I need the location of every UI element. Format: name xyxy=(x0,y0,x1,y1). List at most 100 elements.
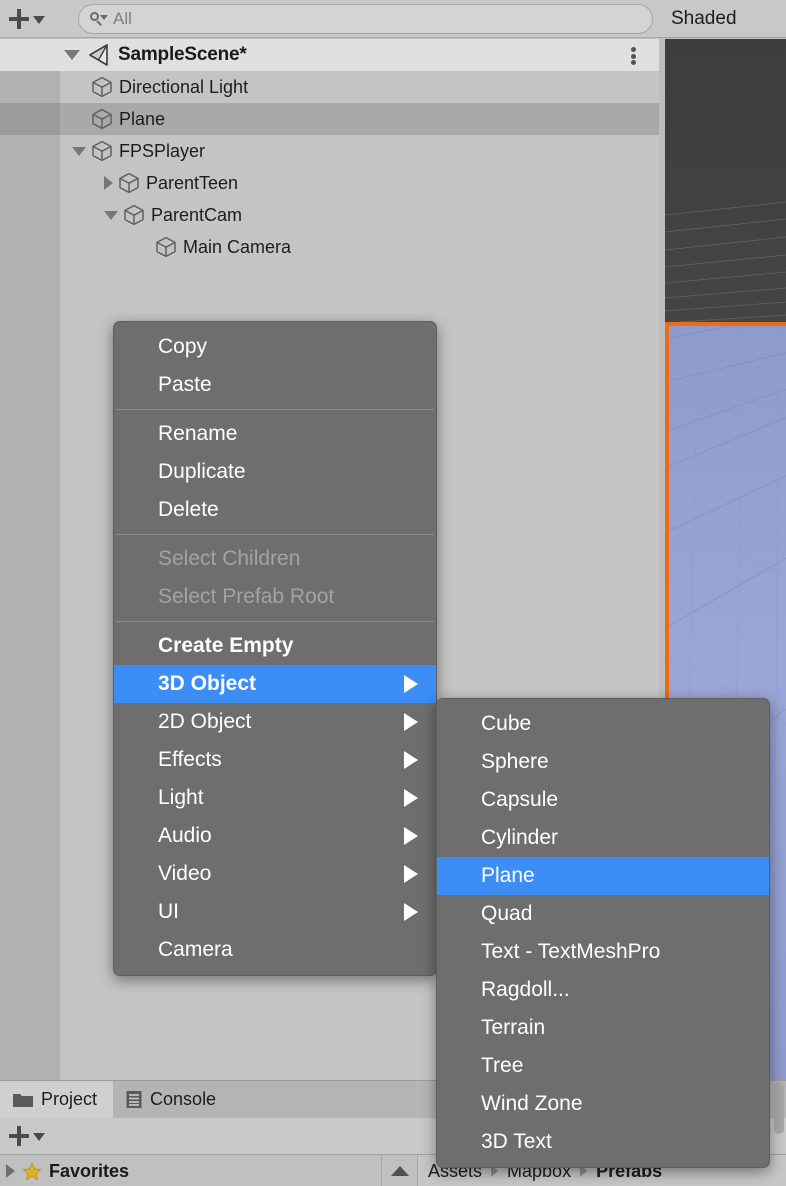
project-add-button[interactable] xyxy=(8,1125,45,1147)
submenu-item-ragdoll[interactable]: Ragdoll... xyxy=(437,971,769,1009)
menu-item-label: Paste xyxy=(158,373,212,396)
shading-mode-label[interactable]: Shaded xyxy=(671,8,737,30)
menu-item-label: Delete xyxy=(158,498,219,521)
hierarchy-scene-row[interactable]: SampleScene* xyxy=(0,39,659,71)
hierarchy-search-input[interactable]: All xyxy=(78,4,653,34)
chevron-down-icon xyxy=(33,15,45,24)
gameobject-cube-icon xyxy=(124,204,144,226)
hierarchy-toolbar: All xyxy=(0,0,659,38)
menu-item-label: Camera xyxy=(158,938,233,961)
hierarchy-row-content: Plane xyxy=(72,107,165,131)
menu-separator xyxy=(116,409,434,410)
hierarchy-tree: Directional Light Plane FPSPlayer ParentTee… xyxy=(0,71,659,263)
submenu-item-label: Tree xyxy=(481,1054,524,1077)
submenu-item-label: Quad xyxy=(481,902,533,925)
submenu-arrow-icon xyxy=(404,713,418,731)
hierarchy-item-label: ParentCam xyxy=(151,204,243,225)
submenu-item-label: Text - TextMeshPro xyxy=(481,940,661,963)
hierarchy-add-button[interactable] xyxy=(8,8,45,30)
scene-sky xyxy=(665,39,786,324)
menu-item-camera[interactable]: Camera xyxy=(114,931,436,969)
tab-label: Project xyxy=(41,1089,98,1109)
submenu-item-label: Sphere xyxy=(481,750,549,773)
submenu-item-cube[interactable]: Cube xyxy=(437,705,769,743)
submenu-item-plane[interactable]: Plane xyxy=(437,857,769,895)
hierarchy-row-gutter xyxy=(0,231,60,263)
horizon-grid-icon xyxy=(665,201,786,324)
menu-item-ui[interactable]: UI xyxy=(114,893,436,931)
submenu-item-text-textmeshpro[interactable]: Text - TextMeshPro xyxy=(437,933,769,971)
hierarchy-item-label: Directional Light xyxy=(119,76,249,97)
menu-item-duplicate[interactable]: Duplicate xyxy=(114,453,436,491)
hierarchy-row-gutter xyxy=(0,167,60,199)
gameobject-cube-icon xyxy=(156,236,176,258)
submenu-item-cylinder[interactable]: Cylinder xyxy=(437,819,769,857)
menu-item-label: Audio xyxy=(158,824,212,847)
favorites-foldout-icon[interactable] xyxy=(6,1164,15,1178)
hierarchy-item-directional-light[interactable]: Directional Light xyxy=(0,71,659,103)
project-scroll-up-button[interactable] xyxy=(382,1155,418,1186)
submenu-item-3d-text[interactable]: 3D Text xyxy=(437,1123,769,1161)
submenu-item-label: Terrain xyxy=(481,1016,546,1039)
menu-separator xyxy=(116,621,434,622)
scene-foldout-icon[interactable] xyxy=(64,50,80,60)
menu-item-label: Select Prefab Root xyxy=(158,585,335,608)
submenu-item-wind-zone[interactable]: Wind Zone xyxy=(437,1085,769,1123)
submenu-item-capsule[interactable]: Capsule xyxy=(437,781,769,819)
menu-item-paste[interactable]: Paste xyxy=(114,366,436,404)
menu-item-label: Duplicate xyxy=(158,460,246,483)
hierarchy-item-label: Main Camera xyxy=(183,236,292,257)
menu-item-label: Light xyxy=(158,786,204,809)
submenu-item-label: Cylinder xyxy=(481,826,559,849)
submenu-item-label: Capsule xyxy=(481,788,559,811)
submenu-arrow-icon xyxy=(404,751,418,769)
submenu-item-label: Ragdoll... xyxy=(481,978,570,1001)
triangle-down-icon[interactable] xyxy=(72,146,86,156)
hierarchy-item-parentteen[interactable]: ParentTeen xyxy=(0,167,659,199)
menu-item-label: Select Children xyxy=(158,547,301,570)
hierarchy-item-plane[interactable]: Plane xyxy=(0,103,659,135)
triangle-right-icon[interactable] xyxy=(104,176,113,190)
console-icon xyxy=(126,1091,142,1108)
tab-console[interactable]: Console xyxy=(113,1081,232,1118)
hierarchy-item-main-camera[interactable]: Main Camera xyxy=(0,231,659,263)
tab-project[interactable]: Project xyxy=(0,1081,114,1118)
three-d-object-submenu: Cube Sphere Capsule Cylinder Plane Quad Text -… xyxy=(436,698,770,1168)
project-vertical-scrollbar[interactable] xyxy=(774,1082,784,1134)
menu-item-rename[interactable]: Rename xyxy=(114,415,436,453)
submenu-item-tree[interactable]: Tree xyxy=(437,1047,769,1085)
menu-item-label: Video xyxy=(158,862,212,885)
menu-item-3d-object[interactable]: 3D Object xyxy=(114,665,436,703)
submenu-item-quad[interactable]: Quad xyxy=(437,895,769,933)
search-icon xyxy=(89,11,108,27)
menu-item-effects[interactable]: Effects xyxy=(114,741,436,779)
plus-icon xyxy=(8,8,30,30)
hierarchy-row-gutter xyxy=(0,199,60,231)
hierarchy-item-parentcam[interactable]: ParentCam xyxy=(0,199,659,231)
menu-item-2d-object[interactable]: 2D Object xyxy=(114,703,436,741)
menu-item-video[interactable]: Video xyxy=(114,855,436,893)
scene-name-label: SampleScene* xyxy=(118,44,247,65)
menu-item-audio[interactable]: Audio xyxy=(114,817,436,855)
kebab-menu-icon[interactable] xyxy=(631,47,637,65)
menu-item-label: 3D Object xyxy=(158,672,257,695)
submenu-item-sphere[interactable]: Sphere xyxy=(437,743,769,781)
submenu-item-terrain[interactable]: Terrain xyxy=(437,1009,769,1047)
hierarchy-item-label: Plane xyxy=(119,108,166,129)
submenu-item-label: Wind Zone xyxy=(481,1092,583,1115)
star-icon xyxy=(22,1161,42,1180)
menu-item-label: Create Empty xyxy=(158,634,294,657)
hierarchy-item-fpsplayer[interactable]: FPSPlayer xyxy=(0,135,659,167)
menu-item-delete[interactable]: Delete xyxy=(114,491,436,529)
hierarchy-item-label: ParentTeen xyxy=(146,172,239,193)
menu-item-copy[interactable]: Copy xyxy=(114,328,436,366)
gameobject-cube-icon xyxy=(92,108,112,130)
menu-item-label: UI xyxy=(158,900,179,923)
submenu-arrow-icon xyxy=(404,903,418,921)
menu-item-light[interactable]: Light xyxy=(114,779,436,817)
hierarchy-search-value: All xyxy=(113,9,132,28)
triangle-down-icon[interactable] xyxy=(104,210,118,220)
menu-item-label: 2D Object xyxy=(158,710,252,733)
project-favorites-row[interactable]: Favorites xyxy=(0,1155,382,1186)
menu-item-create-empty[interactable]: Create Empty xyxy=(114,627,436,665)
